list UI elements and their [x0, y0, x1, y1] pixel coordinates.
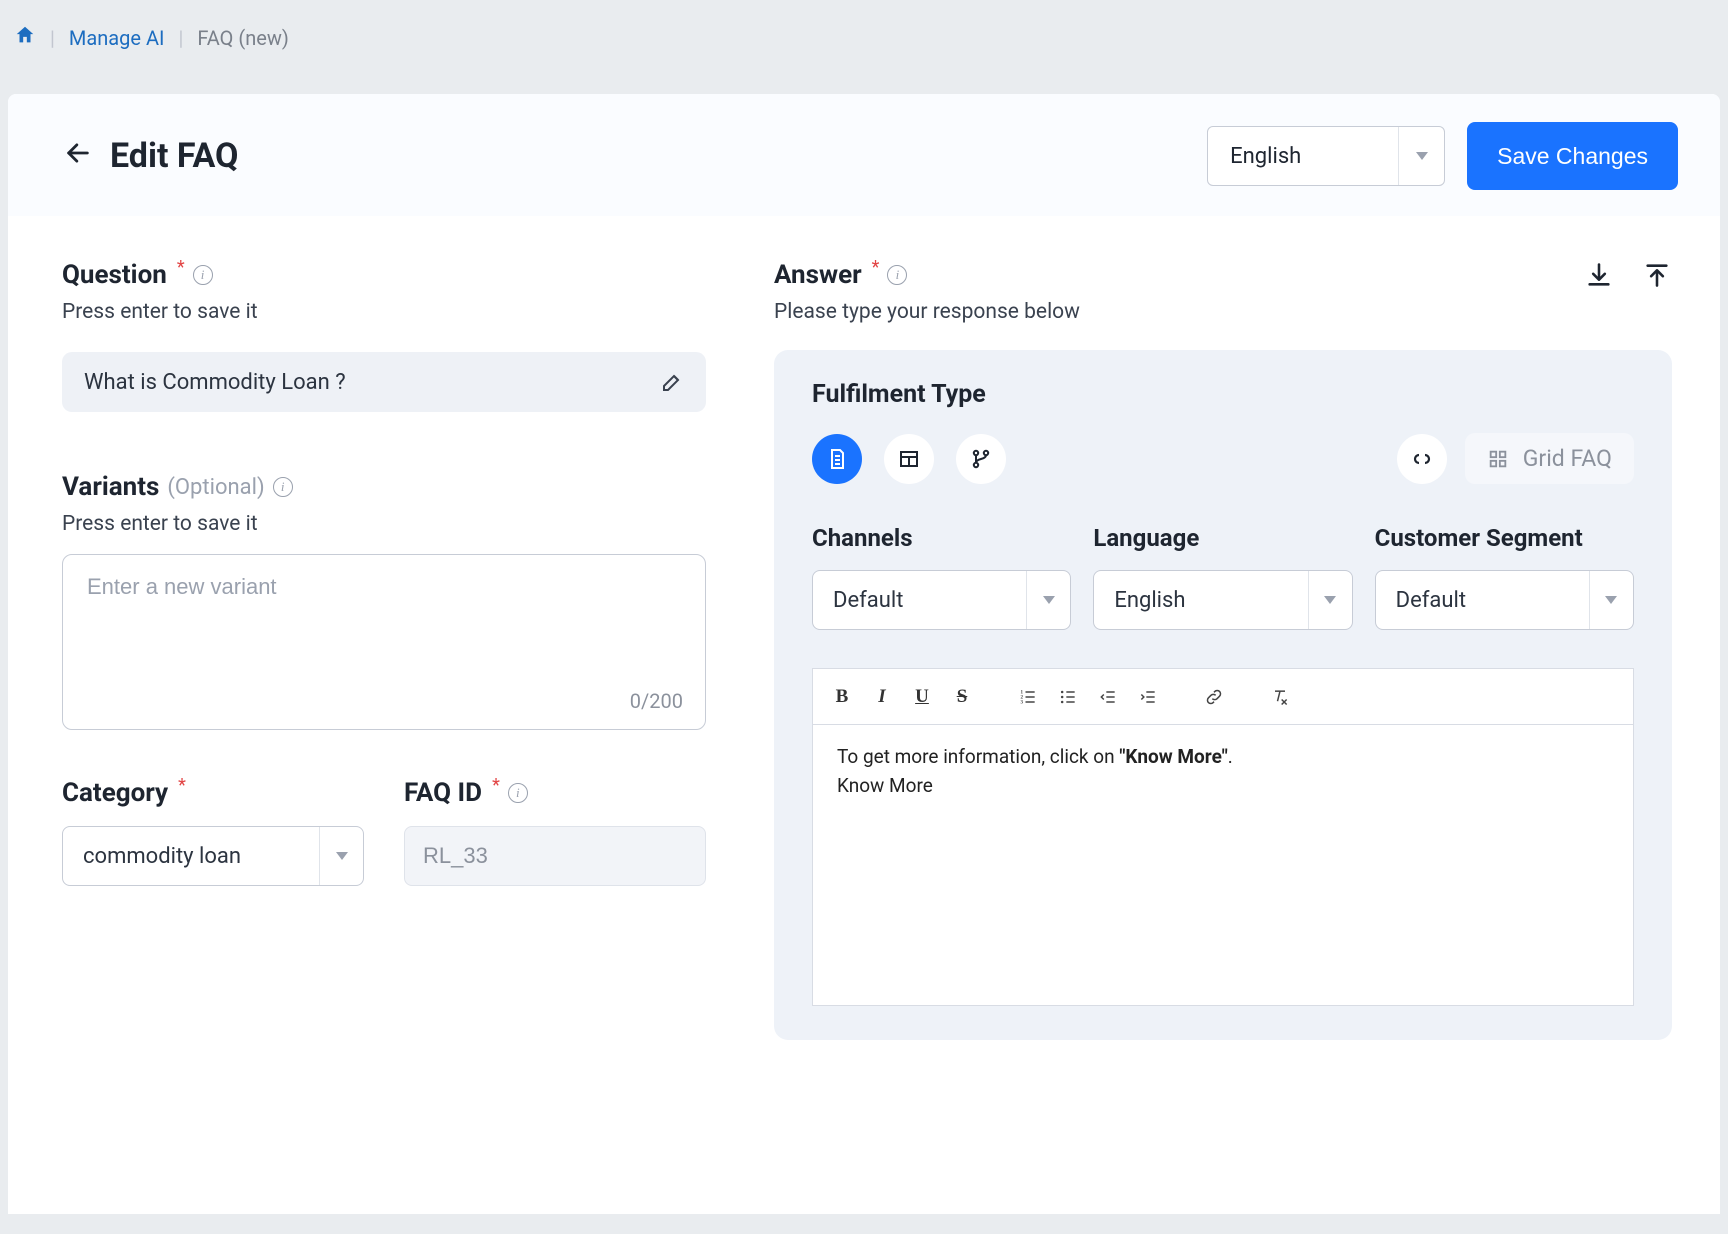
editor-body[interactable]: To get more information, click on "Know … — [813, 725, 1633, 1005]
italic-button[interactable]: I — [871, 686, 893, 708]
fulfilment-type-document[interactable] — [812, 434, 862, 484]
category-label: Category — [62, 778, 168, 808]
bold-button[interactable]: B — [831, 686, 853, 708]
indent-button[interactable] — [1137, 686, 1159, 708]
question-pill: What is Commodity Loan ? — [62, 352, 706, 412]
page-title: Edit FAQ — [110, 136, 239, 176]
variants-sublabel: Press enter to save it — [62, 512, 706, 536]
unordered-list-button[interactable] — [1057, 686, 1079, 708]
save-changes-button[interactable]: Save Changes — [1467, 122, 1678, 190]
variants-counter: 0/200 — [630, 689, 683, 713]
clear-format-button[interactable] — [1269, 686, 1291, 708]
answer-sublabel: Please type your response below — [774, 300, 1584, 324]
editor-line1-bold: "Know More" — [1119, 745, 1227, 768]
chevron-down-icon — [1324, 596, 1336, 604]
fulfilment-type-branch[interactable] — [956, 434, 1006, 484]
fulfilment-card: Fulfilment Type — [774, 350, 1672, 1040]
category-value: commodity loan — [63, 844, 319, 869]
faq-id-input[interactable] — [404, 826, 706, 886]
underline-button[interactable]: U — [911, 686, 933, 708]
rich-text-editor: B I U S 123 — [812, 668, 1634, 1006]
required-marker: * — [492, 775, 500, 796]
faq-id-label: FAQ ID — [404, 778, 482, 808]
info-icon[interactable]: i — [887, 265, 907, 285]
chevron-down-icon — [1605, 596, 1617, 604]
question-label: Question — [62, 260, 167, 290]
answer-label: Answer — [774, 260, 862, 290]
edit-question-icon[interactable] — [660, 370, 684, 394]
channels-value: Default — [813, 588, 1026, 613]
header-language-select[interactable]: English — [1207, 126, 1445, 186]
breadcrumb-separator: | — [50, 26, 55, 50]
breadcrumb-manage-ai[interactable]: Manage AI — [69, 26, 165, 50]
card-header: Edit FAQ English Save Changes — [8, 94, 1720, 216]
breadcrumb-separator: | — [178, 26, 183, 50]
language-select[interactable]: English — [1093, 570, 1352, 630]
required-marker: * — [178, 775, 186, 796]
grid-faq-button[interactable]: Grid FAQ — [1465, 433, 1634, 484]
svg-text:3: 3 — [1021, 700, 1024, 705]
chevron-down-icon — [1043, 596, 1055, 604]
segment-value: Default — [1376, 588, 1589, 613]
home-icon[interactable] — [14, 24, 36, 52]
info-icon[interactable]: i — [273, 477, 293, 497]
link-break-icon[interactable] — [1397, 434, 1447, 484]
back-arrow-icon[interactable] — [64, 139, 92, 173]
language-value: English — [1094, 588, 1307, 613]
breadcrumb: | Manage AI | FAQ (new) — [0, 0, 1728, 70]
breadcrumb-current: FAQ (new) — [197, 26, 289, 50]
editor-line2: Know More — [837, 774, 933, 797]
chevron-down-icon — [336, 852, 348, 860]
ordered-list-button[interactable]: 123 — [1017, 686, 1039, 708]
header-language-value: English — [1208, 144, 1398, 169]
channels-select[interactable]: Default — [812, 570, 1071, 630]
outdent-button[interactable] — [1097, 686, 1119, 708]
variants-input[interactable] — [85, 573, 683, 601]
link-button[interactable] — [1203, 686, 1225, 708]
fulfilment-title: Fulfilment Type — [812, 380, 1634, 409]
download-icon[interactable] — [1584, 260, 1614, 290]
variants-optional: (Optional) — [167, 475, 264, 500]
info-icon[interactable]: i — [508, 783, 528, 803]
language-label: Language — [1093, 524, 1352, 552]
editor-toolbar: B I U S 123 — [813, 669, 1633, 725]
editor-line1-pre: To get more information, click on — [837, 745, 1119, 768]
fulfilment-type-table[interactable] — [884, 434, 934, 484]
segment-label: Customer Segment — [1375, 524, 1634, 552]
chevron-down-icon — [1416, 152, 1428, 160]
question-value: What is Commodity Loan ? — [84, 370, 660, 395]
main-card: Edit FAQ English Save Changes Question *… — [8, 94, 1720, 1214]
segment-select[interactable]: Default — [1375, 570, 1634, 630]
grid-faq-label: Grid FAQ — [1523, 445, 1612, 472]
category-select[interactable]: commodity loan — [62, 826, 364, 886]
strikethrough-button[interactable]: S — [951, 686, 973, 708]
variants-input-box[interactable]: 0/200 — [62, 554, 706, 730]
info-icon[interactable]: i — [193, 265, 213, 285]
variants-label: Variants — [62, 472, 159, 502]
required-marker: * — [177, 257, 185, 278]
upload-icon[interactable] — [1642, 260, 1672, 290]
required-marker: * — [872, 257, 880, 278]
channels-label: Channels — [812, 524, 1071, 552]
question-sublabel: Press enter to save it — [62, 300, 706, 324]
editor-line1-post: . — [1228, 745, 1233, 768]
